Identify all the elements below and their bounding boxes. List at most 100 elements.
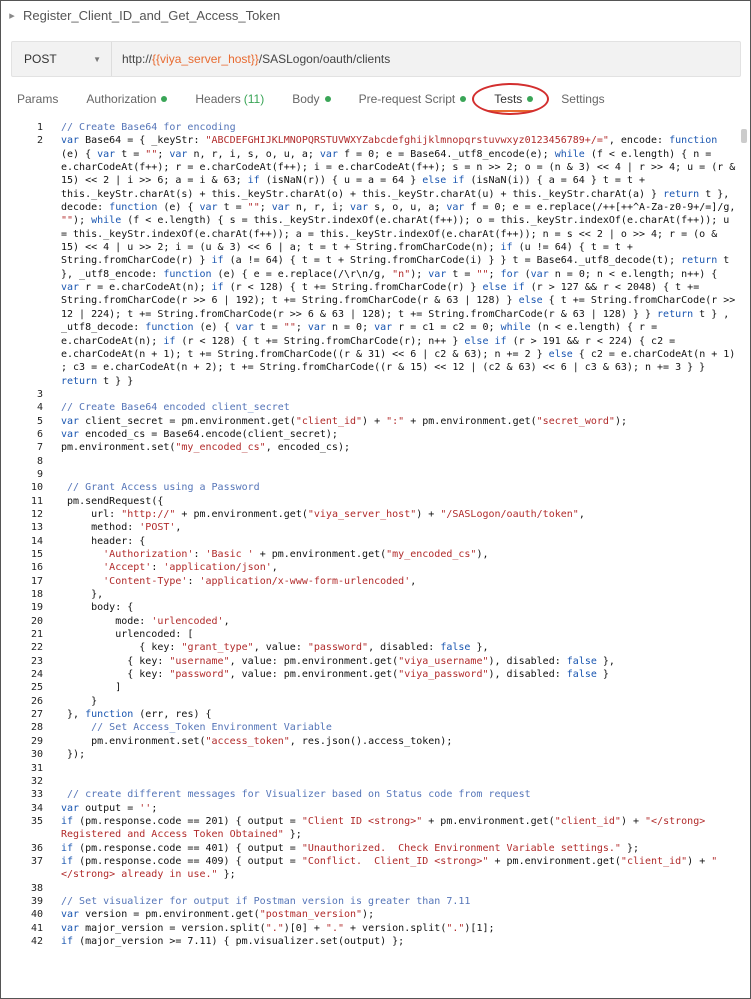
chevron-right-icon[interactable]: ▸ xyxy=(1,9,23,22)
line-number: 26 xyxy=(30,695,43,707)
code-text: // Grant Access using a Password xyxy=(61,482,260,494)
code-line[interactable]: 1 // Create Base64 for encoding xyxy=(1,121,750,134)
code-line[interactable]: 29 pm.environment.set("access_token", re… xyxy=(1,735,750,748)
tab-headers[interactable]: Headers (11) xyxy=(179,92,276,106)
line-number: 17 xyxy=(30,575,43,587)
code-line[interactable]: 22 { key: "grant_type", value: "password… xyxy=(1,641,750,654)
code-text: var encoded_cs = Base64.encode(client_se… xyxy=(61,428,338,440)
line-number: 24 xyxy=(30,669,43,681)
line-number: 15 xyxy=(30,549,43,560)
code-line[interactable]: 10 // Grant Access using a Password xyxy=(1,481,750,494)
tab-label: Authorization xyxy=(86,92,157,106)
code-line[interactable]: 31 xyxy=(1,762,750,775)
code-line[interactable]: 9 xyxy=(1,468,750,481)
request-title[interactable]: Register_Client_ID_and_Get_Access_Token xyxy=(23,8,280,23)
code-line[interactable]: 15 'Authorization': 'Basic ' + pm.enviro… xyxy=(1,548,750,561)
code-line[interactable]: 23 { key: "username", value: pm.environm… xyxy=(1,655,750,668)
scrollbar[interactable] xyxy=(741,129,747,143)
code-line[interactable]: 42 if (major_version >= 7.11) { pm.visual… xyxy=(1,935,750,948)
code-text: // create different messages for Visuali… xyxy=(61,789,531,801)
code-line[interactable]: 24 { key: "password", value: pm.environm… xyxy=(1,668,750,681)
code-text: mode: 'urlencoded', xyxy=(61,615,230,627)
tab-tests[interactable]: Tests xyxy=(472,83,550,115)
tab-params[interactable]: Params xyxy=(1,92,70,106)
tab-pre-request-script[interactable]: Pre-request Script xyxy=(343,92,479,106)
tab-label: Tests xyxy=(494,92,523,106)
line-number: 27 xyxy=(30,709,43,721)
code-text: }); xyxy=(61,749,86,761)
code-line[interactable]: 25 ] xyxy=(1,681,750,694)
code-line[interactable]: 19 body: { xyxy=(1,601,750,614)
code-line[interactable]: 3 xyxy=(1,388,750,401)
code-line[interactable]: 16 'Accept': 'application/json', xyxy=(1,561,750,574)
line-number: 38 xyxy=(30,882,43,894)
request-tabs: Params Authorization Headers (11) Body Pre-re… xyxy=(1,83,750,115)
code-line[interactable]: 32 xyxy=(1,775,750,788)
code-text: { key: "username", value: pm.environment… xyxy=(61,655,615,667)
code-text: var output = ''; xyxy=(61,802,158,814)
code-line[interactable]: 28 // Set Access_Token Environment Varia… xyxy=(1,721,750,734)
code-line[interactable]: 40 var version = pm.environment.get("post… xyxy=(1,908,750,921)
tab-settings[interactable]: Settings xyxy=(545,92,616,106)
url-prefix: http:// xyxy=(122,52,153,66)
code-line[interactable]: 18 }, xyxy=(1,588,750,601)
code-line[interactable]: 27 }, function (err, res) { xyxy=(1,708,750,721)
code-text: url: "http://" + pm.environment.get("viy… xyxy=(61,508,585,520)
code-line[interactable]: 30 }); xyxy=(1,748,750,761)
code-line[interactable]: 20 mode: 'urlencoded', xyxy=(1,615,750,628)
code-line[interactable]: 11 pm.sendRequest({ xyxy=(1,495,750,508)
code-text: var major_version = version.split(".")[0… xyxy=(61,922,495,934)
code-line[interactable]: 38 xyxy=(1,882,750,895)
code-text: method: 'POST', xyxy=(61,522,182,534)
code-line[interactable]: 39 // Set visualizer for output if Postma… xyxy=(1,895,750,908)
code-line[interactable]: 36 if (pm.response.code == 401) { output … xyxy=(1,842,750,855)
code-line[interactable]: 35 if (pm.response.code == 201) { output … xyxy=(1,815,750,842)
line-number: 9 xyxy=(36,468,43,480)
url-input[interactable]: http://{{viya_server_host}}/SASLogon/oau… xyxy=(112,52,390,66)
line-number: 36 xyxy=(30,842,43,854)
code-line[interactable]: 17 'Content-Type': 'application/x-www-fo… xyxy=(1,575,750,588)
method-select[interactable]: POST ▼ xyxy=(12,42,112,76)
code-line[interactable]: 26 } xyxy=(1,695,750,708)
tab-authorization[interactable]: Authorization xyxy=(70,92,179,106)
code-line[interactable]: 14 header: { xyxy=(1,535,750,548)
line-number: 11 xyxy=(30,495,43,507)
code-line[interactable]: 41 var major_version = version.split(".")… xyxy=(1,922,750,935)
code-line[interactable]: 5 var client_secret = pm.environment.get(… xyxy=(1,415,750,428)
code-text: }, function (err, res) { xyxy=(61,709,212,721)
code-text: if (pm.response.code == 409) { output = … xyxy=(61,855,718,881)
line-number: 18 xyxy=(30,589,43,601)
tab-label: Settings xyxy=(561,92,605,106)
code-text: 'Content-Type': 'application/x-www-form-… xyxy=(103,575,417,587)
code-line[interactable]: 21 urlencoded: [ xyxy=(1,628,750,641)
code-text: // Create Base64 encoded client_secret xyxy=(61,402,290,414)
tab-body[interactable]: Body xyxy=(276,92,342,106)
line-number: 4 xyxy=(36,402,43,414)
request-title-bar: ▸ Register_Client_ID_and_Get_Access_Toke… xyxy=(1,1,750,29)
line-number: 14 xyxy=(30,535,43,547)
line-number: 19 xyxy=(30,602,43,614)
line-number: 41 xyxy=(30,922,43,934)
code-line[interactable]: 7 pm.environment.set("my_encoded_cs", enc… xyxy=(1,441,750,454)
code-line[interactable]: 4 // Create Base64 encoded client_secret xyxy=(1,401,750,414)
code-line[interactable]: 8 xyxy=(1,455,750,468)
active-tab-underline xyxy=(488,110,534,112)
line-number: 5 xyxy=(36,415,43,427)
line-number: 21 xyxy=(30,629,43,641)
code-line[interactable]: 12 url: "http://" + pm.environment.get("… xyxy=(1,508,750,521)
url-suffix: /SASLogon/oauth/clients xyxy=(258,52,391,66)
line-number: 35 xyxy=(30,815,43,827)
code-editor[interactable]: 1 // Create Base64 for encoding 2 var Base6… xyxy=(1,121,750,998)
line-number: 10 xyxy=(30,482,43,494)
code-text: 'Authorization': 'Basic ' + pm.environme… xyxy=(103,549,489,560)
line-number: 22 xyxy=(30,642,43,654)
code-line[interactable]: 13 method: 'POST', xyxy=(1,521,750,534)
code-line[interactable]: 34 var output = ''; xyxy=(1,802,750,815)
code-line[interactable]: 6 var encoded_cs = Base64.encode(client_s… xyxy=(1,428,750,441)
code-line[interactable]: 37 if (pm.response.code == 409) { output … xyxy=(1,855,750,882)
code-line[interactable]: 2 var Base64 = { _keyStr: "ABCDEFGHIJKLMN… xyxy=(1,134,750,388)
code-line[interactable]: 33 // create different messages for Visu… xyxy=(1,788,750,801)
